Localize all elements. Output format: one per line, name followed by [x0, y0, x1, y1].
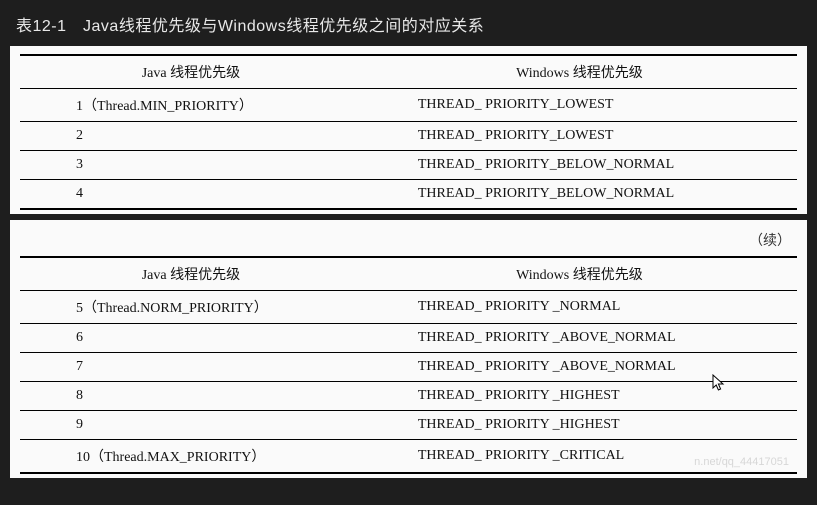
continued-label: （续） [20, 228, 797, 256]
col-header-windows: Windows 线程优先级 [362, 257, 797, 291]
table-header-row: Java 线程优先级 Windows 线程优先级 [20, 55, 797, 89]
table-row: 8 THREAD_ PRIORITY _HIGHEST [20, 382, 797, 411]
cell-java: 3 [20, 151, 362, 180]
table-row: 1（Thread.MIN_PRIORITY） THREAD_ PRIORITY_… [20, 89, 797, 122]
cell-java: 7 [20, 353, 362, 382]
col-header-windows: Windows 线程优先级 [362, 55, 797, 89]
cell-java: 8 [20, 382, 362, 411]
table-row: 2 THREAD_ PRIORITY_LOWEST [20, 122, 797, 151]
table-header-row: Java 线程优先级 Windows 线程优先级 [20, 257, 797, 291]
table-row: 3 THREAD_ PRIORITY_BELOW_NORMAL [20, 151, 797, 180]
cell-java: 1（Thread.MIN_PRIORITY） [20, 89, 362, 122]
table-row: 7 THREAD_ PRIORITY _ABOVE_NORMAL [20, 353, 797, 382]
priority-table-1: Java 线程优先级 Windows 线程优先级 1（Thread.MIN_PR… [20, 54, 797, 210]
table-caption: 表12-1 Java线程优先级与Windows线程优先级之间的对应关系 [10, 8, 807, 46]
table-sheet-1: Java 线程优先级 Windows 线程优先级 1（Thread.MIN_PR… [10, 46, 807, 214]
cell-windows: THREAD_ PRIORITY_BELOW_NORMAL [362, 151, 797, 180]
cell-java: 6 [20, 324, 362, 353]
cell-windows: THREAD_ PRIORITY_LOWEST [362, 89, 797, 122]
cell-java: 10（Thread.MAX_PRIORITY） [20, 440, 362, 474]
table-row: 4 THREAD_ PRIORITY_BELOW_NORMAL [20, 180, 797, 210]
col-header-java: Java 线程优先级 [20, 257, 362, 291]
cell-java: 2 [20, 122, 362, 151]
cell-windows: THREAD_ PRIORITY _ABOVE_NORMAL [362, 324, 797, 353]
table-row: 5（Thread.NORM_PRIORITY） THREAD_ PRIORITY… [20, 291, 797, 324]
cell-windows: THREAD_ PRIORITY _HIGHEST [362, 411, 797, 440]
page-container: 表12-1 Java线程优先级与Windows线程优先级之间的对应关系 Java… [0, 0, 817, 494]
table-row: 9 THREAD_ PRIORITY _HIGHEST [20, 411, 797, 440]
table-row: 10（Thread.MAX_PRIORITY） THREAD_ PRIORITY… [20, 440, 797, 474]
table-sheet-2: （续） Java 线程优先级 Windows 线程优先级 5（Thread.NO… [10, 220, 807, 478]
cell-java: 4 [20, 180, 362, 210]
cell-windows: THREAD_ PRIORITY_BELOW_NORMAL [362, 180, 797, 210]
cell-windows: THREAD_ PRIORITY_LOWEST [362, 122, 797, 151]
cell-windows: THREAD_ PRIORITY _CRITICAL [362, 440, 797, 474]
priority-table-2: Java 线程优先级 Windows 线程优先级 5（Thread.NORM_P… [20, 256, 797, 474]
col-header-java: Java 线程优先级 [20, 55, 362, 89]
cell-java: 9 [20, 411, 362, 440]
table-row: 6 THREAD_ PRIORITY _ABOVE_NORMAL [20, 324, 797, 353]
cell-windows: THREAD_ PRIORITY _HIGHEST [362, 382, 797, 411]
cell-java: 5（Thread.NORM_PRIORITY） [20, 291, 362, 324]
cell-windows: THREAD_ PRIORITY _NORMAL [362, 291, 797, 324]
cell-windows: THREAD_ PRIORITY _ABOVE_NORMAL [362, 353, 797, 382]
